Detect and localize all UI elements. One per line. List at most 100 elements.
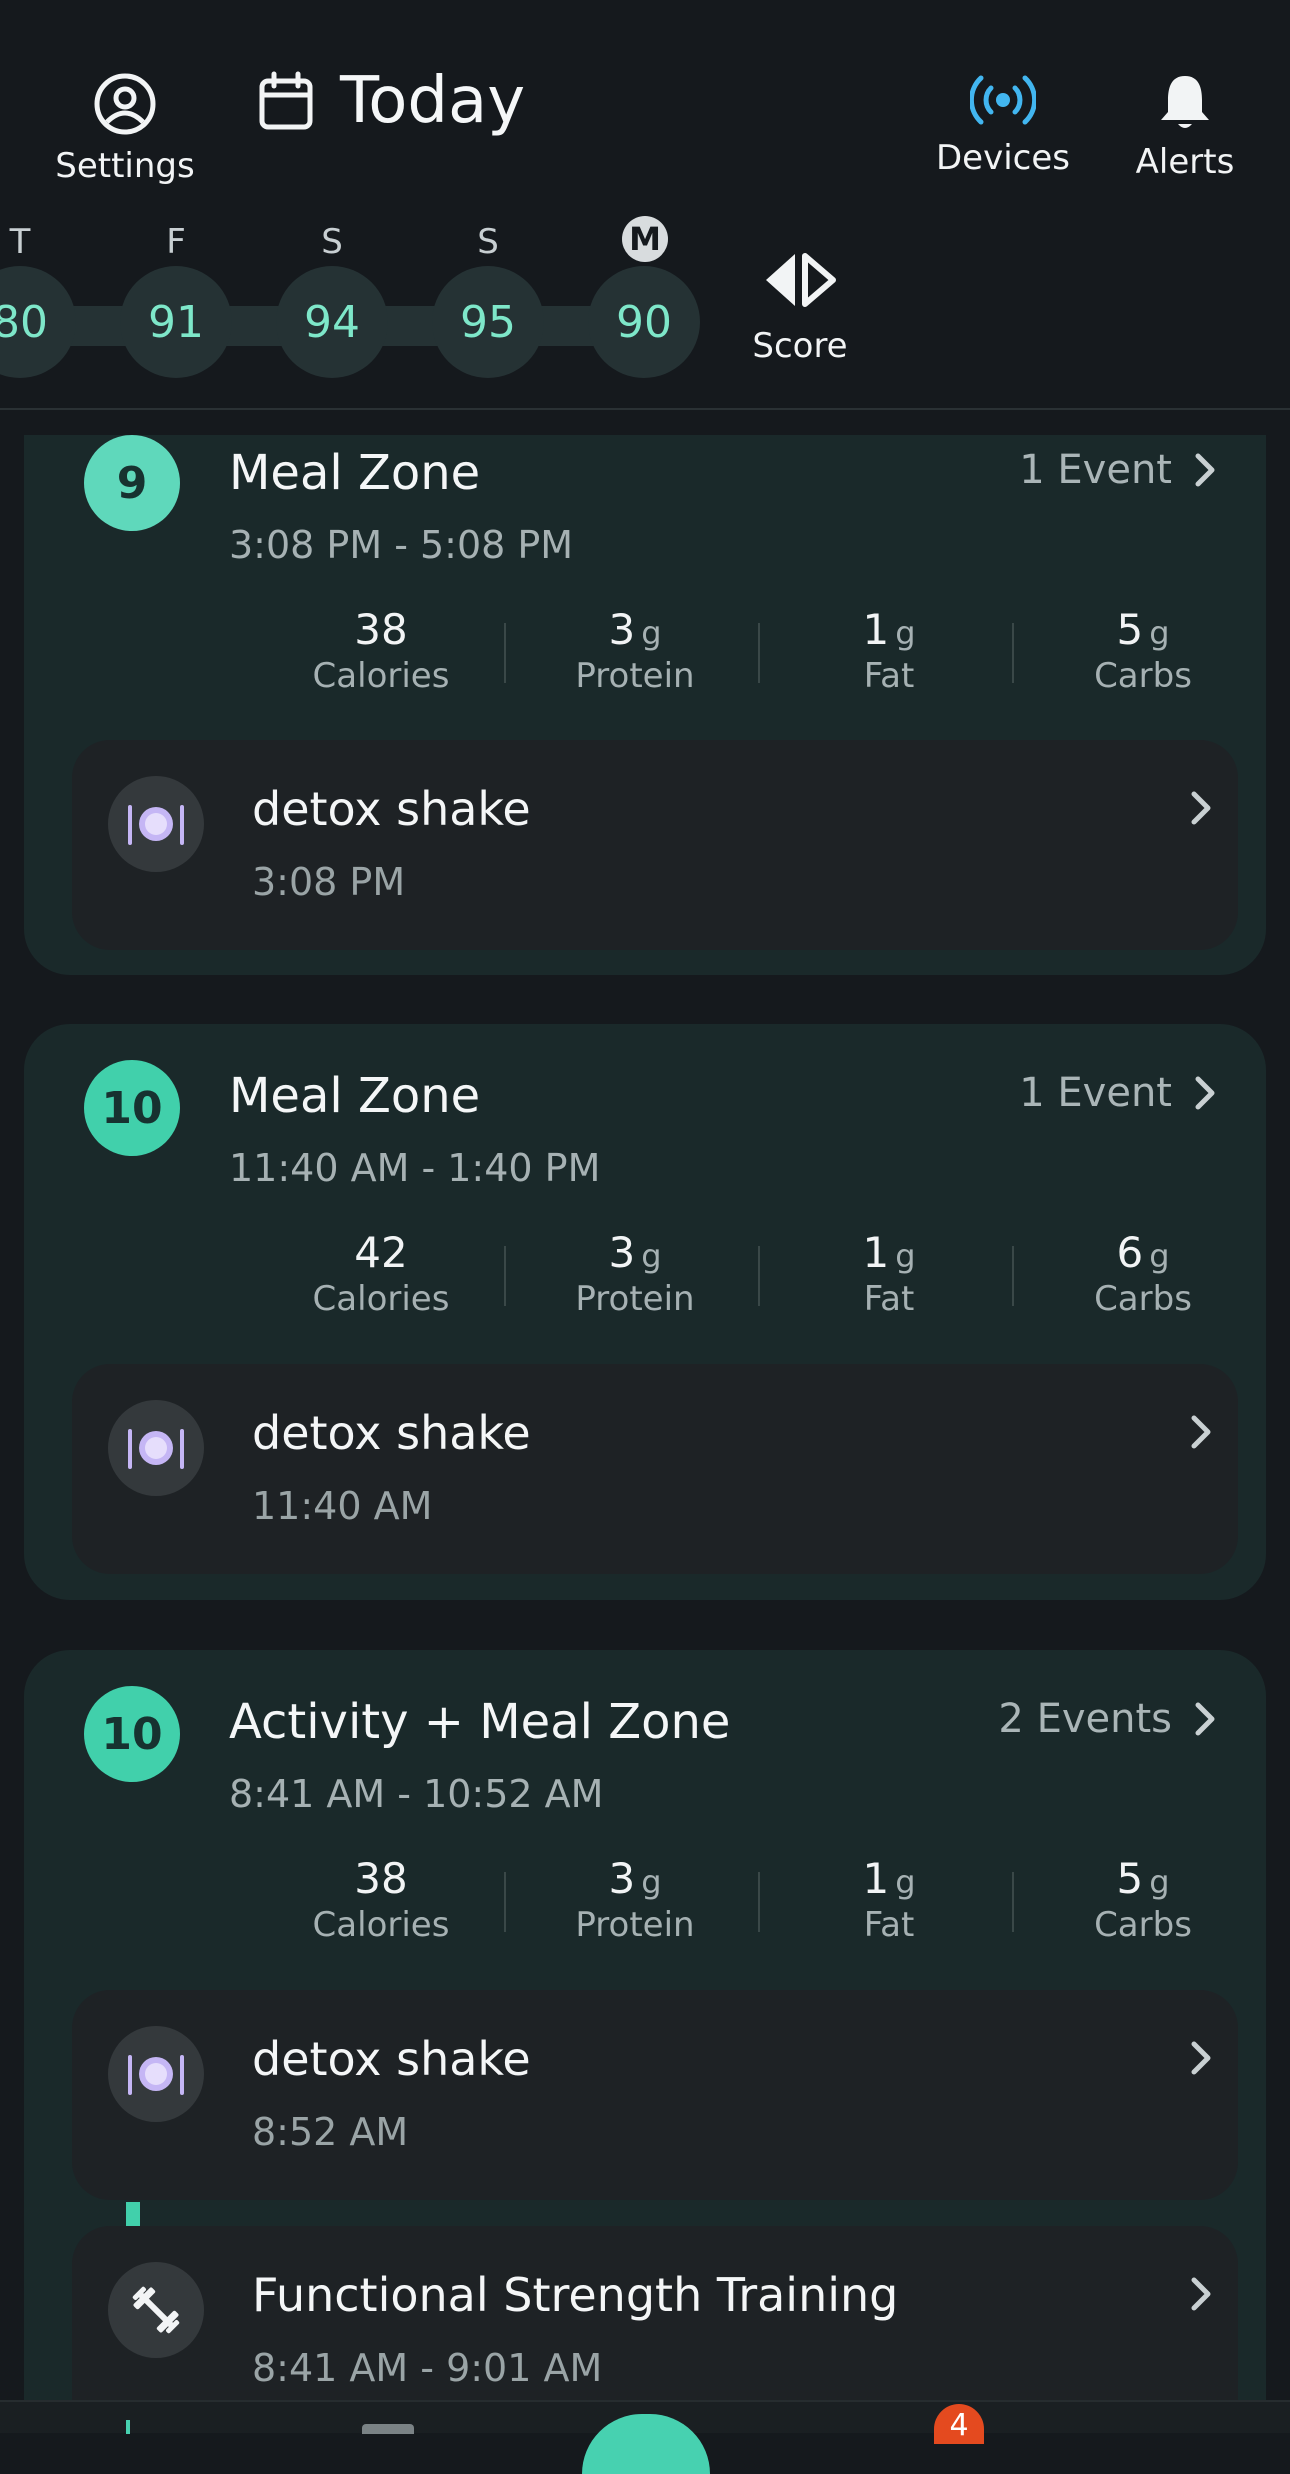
macro-carbs: 5 g Carbs <box>1016 1854 1270 1945</box>
macro-value: 38 <box>354 1854 408 1903</box>
zone-events-link[interactable]: 1 Event <box>1019 1070 1216 1116</box>
macro-label: Protein <box>575 1905 695 1945</box>
devices-button[interactable]: Devices <box>930 72 1076 178</box>
chevrons-left-right-icon <box>766 253 836 307</box>
event-title: detox shake <box>252 1406 531 1460</box>
event-row[interactable]: detox shake 3:08 PM <box>72 740 1238 950</box>
macro-label: Fat <box>863 1905 915 1945</box>
day-score-circle[interactable]: 95 <box>432 266 544 378</box>
log-tab-icon[interactable] <box>362 2424 414 2434</box>
macro-divider <box>758 1872 760 1932</box>
chevron-right-icon <box>1195 1076 1215 1110</box>
macro-divider <box>758 1246 760 1306</box>
score-label: Score <box>752 326 848 366</box>
macro-value: 1 <box>862 1228 890 1277</box>
day-letter: F <box>166 222 186 262</box>
macro-divider <box>758 623 760 683</box>
zone-title: Meal Zone <box>229 1068 481 1124</box>
calendar-icon <box>259 71 313 130</box>
zone-events-link[interactable]: 1 Event <box>1019 447 1216 493</box>
chevron-right-icon <box>1191 2041 1211 2075</box>
today-score-circle[interactable]: 90 <box>588 266 700 378</box>
macro-value: 5 <box>1116 605 1144 654</box>
dumbbell-icon <box>108 2262 204 2358</box>
macro-unit: g <box>1149 614 1170 652</box>
macro-unit: g <box>895 1863 916 1901</box>
macro-label: Fat <box>863 1279 915 1319</box>
macro-value: 6 <box>1116 1228 1144 1277</box>
macro-summary: 38 Calories 3 g Protein 1 g Fat 5 g Carbs <box>254 1854 1196 1945</box>
macro-fat: 1 g Fat <box>762 605 1016 696</box>
date-selector[interactable]: Today <box>258 64 525 138</box>
event-row[interactable]: detox shake 8:52 AM <box>72 1990 1238 2200</box>
day-letter: S <box>477 222 499 262</box>
page-title: Today <box>340 64 526 138</box>
zone-score-badge: 10 <box>84 1060 180 1156</box>
macro-divider <box>1012 1872 1014 1932</box>
macro-value: 3 <box>608 605 636 654</box>
day-letter: T <box>9 222 31 262</box>
zone-card[interactable]: 10 Activity + Meal Zone 8:41 AM - 10:52 … <box>24 1650 1266 2410</box>
zone-card[interactable]: 10 Meal Zone 11:40 AM - 1:40 PM 1 Event … <box>24 1024 1266 1600</box>
day-letter: S <box>321 222 343 262</box>
zone-score-badge: 10 <box>84 1686 180 1782</box>
home-tab-icon[interactable] <box>126 2420 130 2434</box>
zone-card[interactable]: 9 Meal Zone 3:08 PM - 5:08 PM 1 Event 38… <box>24 435 1266 975</box>
macro-protein: 3 g Protein <box>508 605 762 696</box>
macro-calories: 38 Calories <box>254 1854 508 1945</box>
alerts-button[interactable]: Alerts <box>1120 72 1250 182</box>
macro-divider <box>504 1872 506 1932</box>
macro-unit: g <box>641 614 662 652</box>
macro-calories: 38 Calories <box>254 605 508 696</box>
macro-label: Calories <box>312 656 450 696</box>
macro-divider <box>1012 623 1014 683</box>
events-count: 1 Event <box>1019 447 1172 493</box>
macro-unit: g <box>1149 1237 1170 1275</box>
event-time: 8:41 AM - 9:01 AM <box>252 2346 603 2390</box>
plate-utensils-icon <box>108 776 204 872</box>
zone-events-link[interactable]: 2 Events <box>998 1696 1216 1742</box>
event-row[interactable]: detox shake 11:40 AM <box>72 1364 1238 1574</box>
zone-time-range: 8:41 AM - 10:52 AM <box>229 1772 604 1816</box>
events-count: 1 Event <box>1019 1070 1172 1116</box>
event-time: 3:08 PM <box>252 860 406 904</box>
header-divider <box>0 408 1290 410</box>
macro-carbs: 5 g Carbs <box>1016 605 1270 696</box>
macro-summary: 42 Calories 3 g Protein 1 g Fat 6 g Carbs <box>254 1228 1196 1319</box>
zone-title: Meal Zone <box>229 445 481 501</box>
chevron-right-icon <box>1195 1702 1215 1736</box>
header: Settings Today Devices Alerts T F S S M … <box>0 0 1290 410</box>
alerts-label: Alerts <box>1135 142 1235 182</box>
event-row[interactable]: Functional Strength Training 8:41 AM - 9… <box>72 2226 1238 2410</box>
macro-divider <box>504 1246 506 1306</box>
macro-label: Calories <box>312 1279 450 1319</box>
day-score-circle[interactable]: 94 <box>276 266 388 378</box>
macro-label: Protein <box>575 656 695 696</box>
today-day-badge: M <box>622 216 668 262</box>
zone-title: Activity + Meal Zone <box>229 1694 731 1750</box>
macro-value: 1 <box>862 605 890 654</box>
day-score-circle[interactable]: 80 <box>0 266 76 378</box>
zone-time-range: 3:08 PM - 5:08 PM <box>229 523 574 567</box>
macro-calories: 42 Calories <box>254 1228 508 1319</box>
macro-divider <box>1012 1246 1014 1306</box>
events-count: 2 Events <box>998 1696 1172 1742</box>
day-score-circle[interactable]: 91 <box>120 266 232 378</box>
chevron-right-icon <box>1195 453 1215 487</box>
macro-unit: g <box>641 1237 662 1275</box>
macro-label: Carbs <box>1094 1279 1192 1319</box>
macro-unit: g <box>895 614 916 652</box>
macro-unit: g <box>895 1237 916 1275</box>
score-toggle-button[interactable]: Score <box>748 250 852 366</box>
macro-fat: 1 g Fat <box>762 1228 1016 1319</box>
bell-icon <box>1161 76 1209 128</box>
chevron-right-icon <box>1191 791 1211 825</box>
macro-protein: 3 g Protein <box>508 1228 762 1319</box>
settings-button[interactable]: Settings <box>50 72 200 186</box>
event-title: detox shake <box>252 2032 531 2086</box>
event-time: 11:40 AM <box>252 1484 433 1528</box>
macro-carbs: 6 g Carbs <box>1016 1228 1270 1319</box>
macro-label: Carbs <box>1094 1905 1192 1945</box>
event-title: Functional Strength Training <box>252 2268 899 2322</box>
macro-label: Protein <box>575 1279 695 1319</box>
